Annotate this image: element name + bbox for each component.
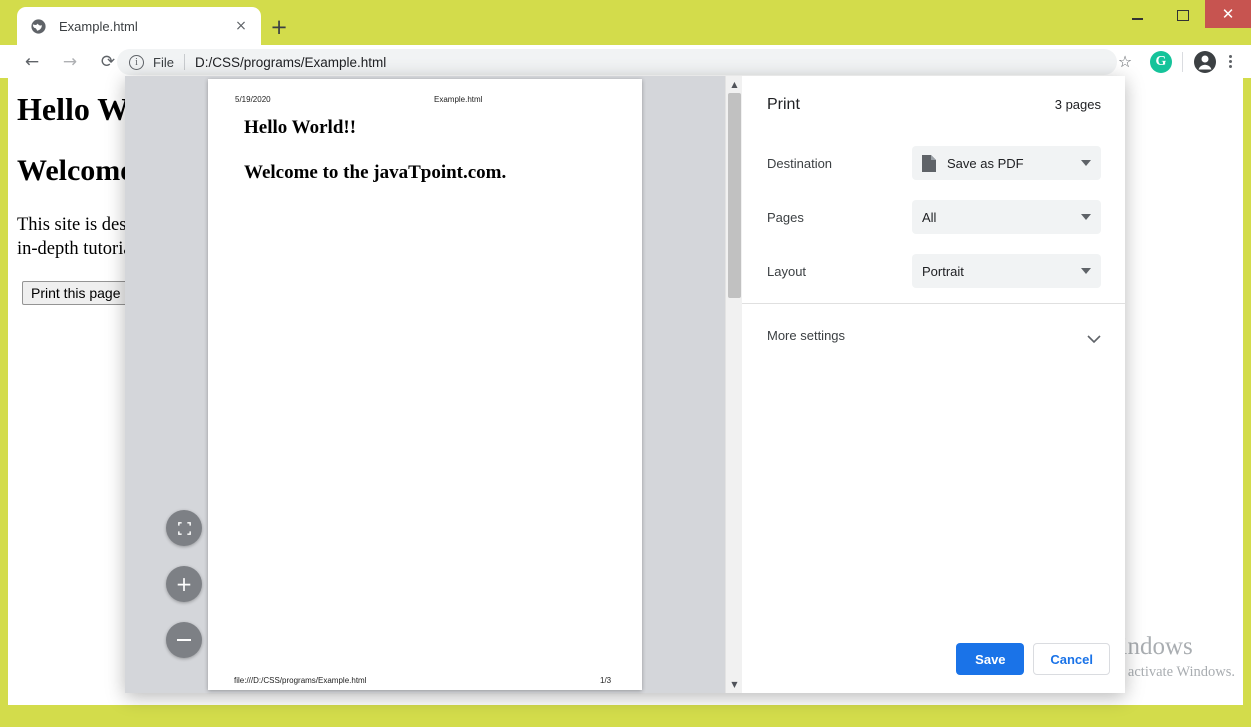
- pages-value: All: [922, 210, 1081, 225]
- preview-footer-page-number: 1/3: [600, 676, 611, 685]
- print-settings-pane: Print 3 pages Destination Save as PDF: [742, 76, 1125, 693]
- toolbar-right-icons: ☆ G: [1112, 45, 1251, 78]
- toolbar-divider: [1182, 52, 1183, 72]
- print-dialog-title: Print: [767, 96, 800, 114]
- print-dialog-actions: Save Cancel: [956, 643, 1110, 675]
- close-tab-icon[interactable]: ×: [229, 14, 253, 38]
- layout-row: Layout Portrait: [767, 254, 1101, 288]
- layout-label: Layout: [767, 264, 912, 279]
- layout-select[interactable]: Portrait: [912, 254, 1101, 288]
- chevron-down-icon: [1081, 214, 1091, 220]
- globe-icon: [30, 18, 47, 35]
- minimize-button[interactable]: [1115, 0, 1160, 30]
- address-bar[interactable]: i File D:/CSS/programs/Example.html: [117, 49, 1117, 75]
- back-button[interactable]: ←: [16, 46, 48, 78]
- print-preview-pane: 5/19/2020 Example.html Hello World!! Wel…: [125, 76, 742, 693]
- tab-title: Example.html: [59, 19, 229, 34]
- chevron-down-icon: [1081, 160, 1091, 166]
- cancel-button[interactable]: Cancel: [1033, 643, 1110, 675]
- omnibox-divider: [184, 54, 185, 70]
- more-settings-label: More settings: [767, 328, 845, 343]
- browser-toolbar: ← → ⟳ i File D:/CSS/programs/Example.htm…: [0, 45, 1251, 78]
- layout-value: Portrait: [922, 264, 1081, 279]
- preview-heading-1: Hello World!!: [244, 117, 356, 139]
- pages-select[interactable]: All: [912, 200, 1101, 234]
- settings-divider: [742, 303, 1125, 304]
- browser-window: Hello World!! Welcome to the javaTpoint.…: [0, 0, 1251, 727]
- chevron-down-icon: [1087, 331, 1101, 340]
- url-scheme-label: File: [153, 55, 174, 70]
- print-this-page-button[interactable]: Print this page: [22, 281, 130, 305]
- scroll-up-arrow-icon[interactable]: ▲: [726, 76, 743, 93]
- page-count-label: 3 pages: [1055, 97, 1101, 112]
- preview-zoom-controls: +: [166, 510, 202, 658]
- pages-label: Pages: [767, 210, 912, 225]
- zoom-out-button[interactable]: [166, 622, 202, 658]
- print-dialog-header: Print 3 pages: [767, 96, 1101, 114]
- print-dialog: 5/19/2020 Example.html Hello World!! Wel…: [125, 76, 1125, 693]
- destination-value: Save as PDF: [947, 156, 1081, 171]
- browser-tab[interactable]: Example.html ×: [17, 7, 261, 45]
- destination-row: Destination Save as PDF: [767, 146, 1101, 180]
- minus-icon: [177, 639, 191, 641]
- preview-heading-2: Welcome to the javaTpoint.com.: [244, 162, 506, 184]
- preview-footer-url: file:///D:/CSS/programs/Example.html: [234, 676, 366, 685]
- preview-header-title: Example.html: [434, 95, 482, 104]
- tab-strip: Example.html × +: [0, 0, 1251, 45]
- save-button[interactable]: Save: [956, 643, 1024, 675]
- document-icon: [922, 155, 936, 172]
- pages-row: Pages All: [767, 200, 1101, 234]
- url-text: D:/CSS/programs/Example.html: [195, 55, 386, 70]
- minimize-icon: [1132, 18, 1143, 20]
- destination-label: Destination: [767, 156, 912, 171]
- maximize-button[interactable]: [1160, 0, 1205, 30]
- browser-menu-icon[interactable]: [1217, 49, 1243, 75]
- page-info-icon[interactable]: i: [129, 55, 144, 70]
- preview-scrollbar[interactable]: ▲ ▼: [725, 76, 742, 693]
- maximize-icon: [1177, 10, 1189, 21]
- window-controls: ✕: [1115, 0, 1251, 30]
- destination-select[interactable]: Save as PDF: [912, 146, 1101, 180]
- fit-to-page-icon: [176, 520, 193, 537]
- fit-to-page-button[interactable]: [166, 510, 202, 546]
- bookmark-star-icon[interactable]: ☆: [1112, 49, 1138, 75]
- forward-button[interactable]: →: [54, 46, 86, 78]
- new-tab-button[interactable]: +: [265, 13, 293, 41]
- preview-page: 5/19/2020 Example.html Hello World!! Wel…: [208, 79, 642, 690]
- zoom-in-button[interactable]: +: [166, 566, 202, 602]
- close-icon: ✕: [1222, 7, 1235, 22]
- grammarly-extension-icon[interactable]: G: [1150, 51, 1172, 73]
- more-settings-row[interactable]: More settings: [767, 319, 1101, 351]
- preview-header-date: 5/19/2020: [235, 95, 271, 104]
- close-window-button[interactable]: ✕: [1205, 0, 1251, 28]
- scrollbar-thumb[interactable]: [728, 93, 741, 298]
- scroll-down-arrow-icon[interactable]: ▼: [726, 676, 743, 693]
- chevron-down-icon: [1081, 268, 1091, 274]
- profile-avatar-icon[interactable]: [1193, 50, 1217, 74]
- plus-icon: +: [176, 574, 193, 594]
